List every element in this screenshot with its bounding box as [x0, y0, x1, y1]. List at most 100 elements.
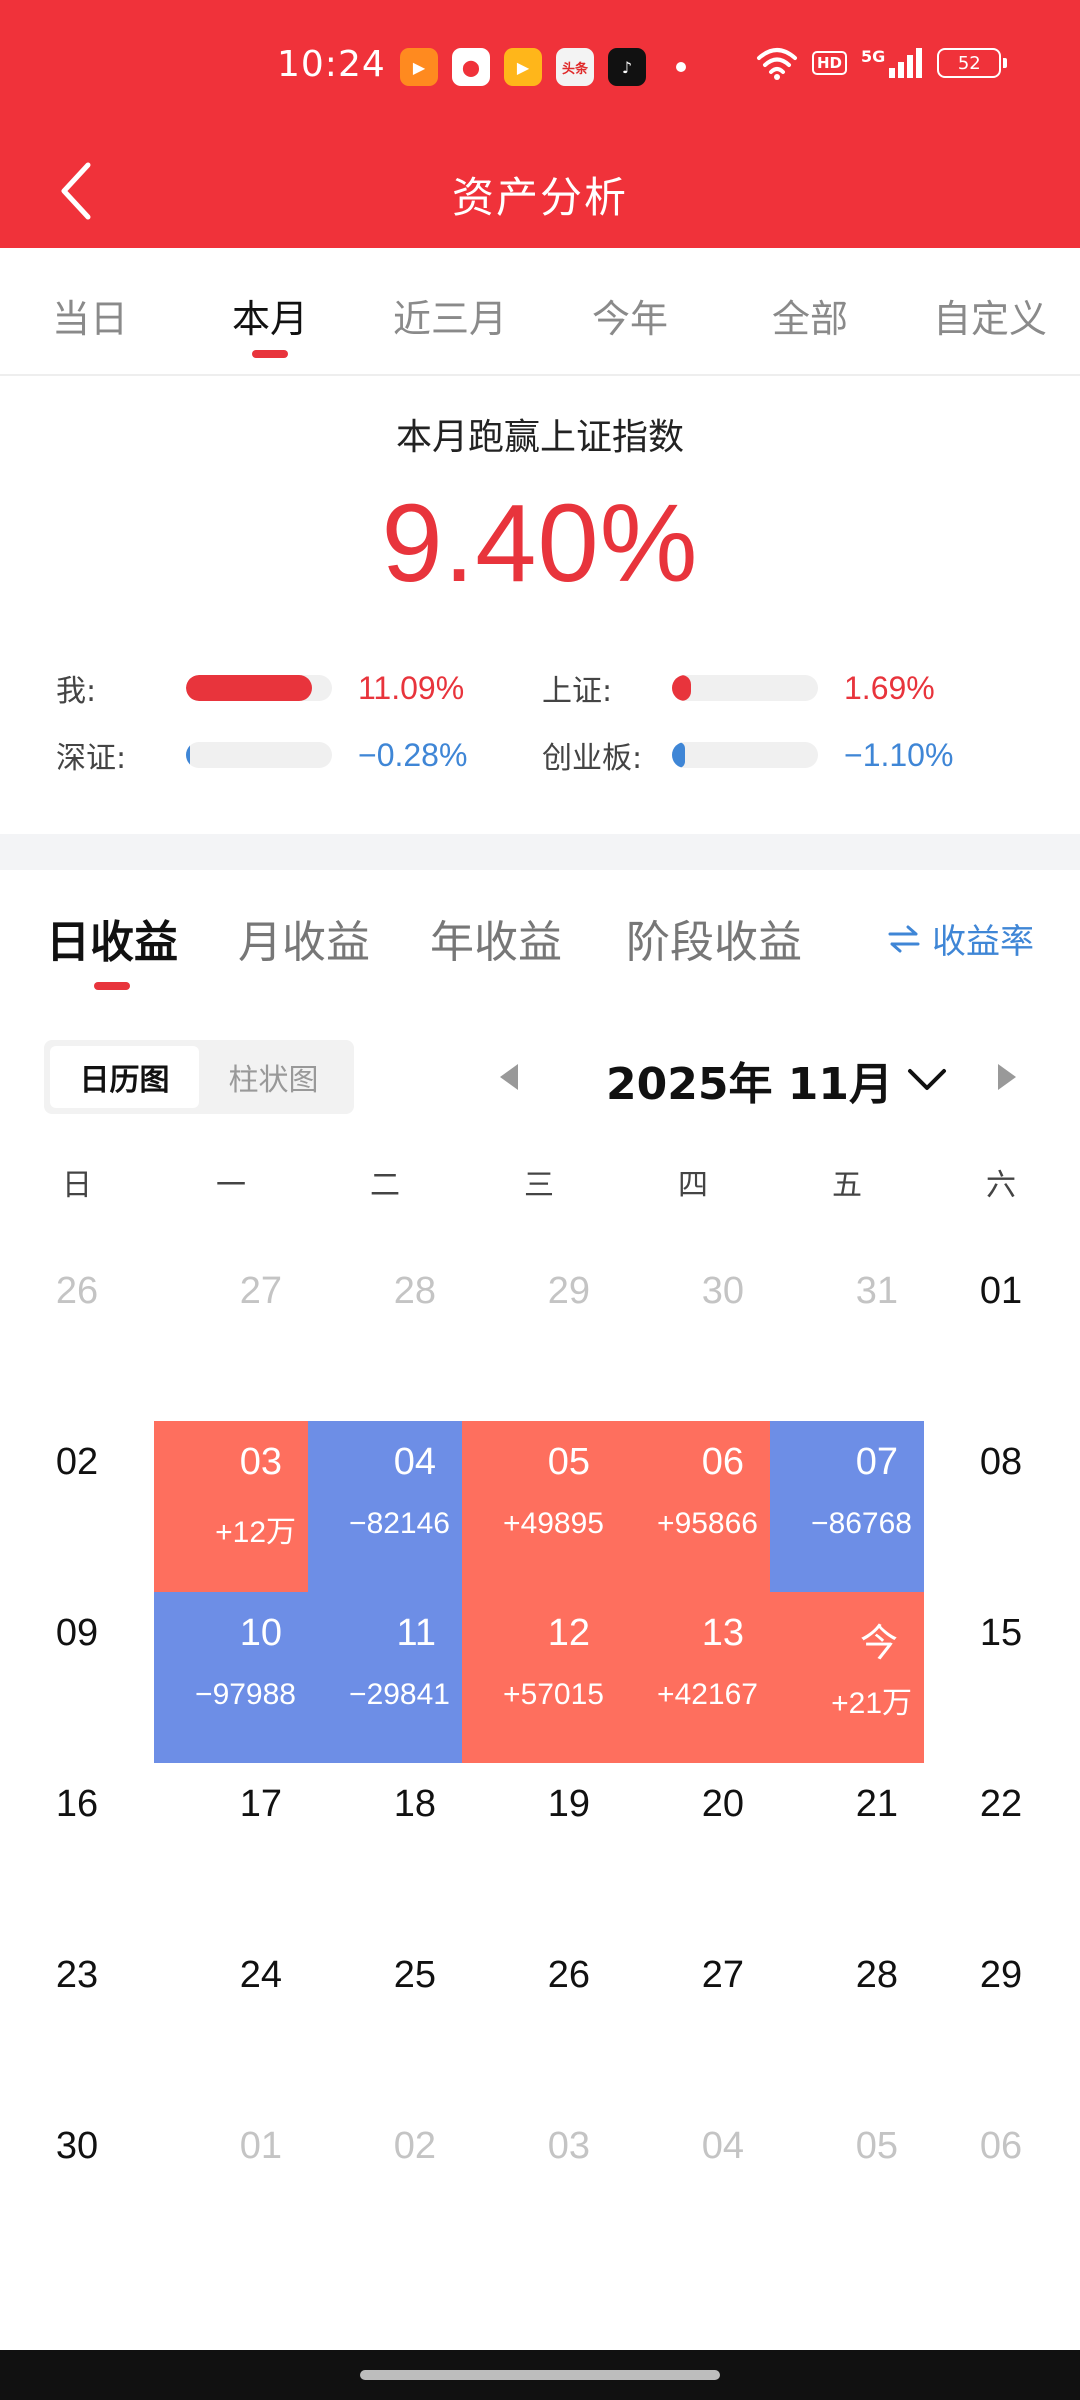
calendar-day[interactable]: 05: [770, 2105, 924, 2276]
home-gesture-handle[interactable]: [360, 2370, 720, 2380]
tab-period-earnings[interactable]: 阶段收益: [626, 906, 802, 970]
calendar-day[interactable]: 27: [154, 1250, 308, 1421]
calendar-day[interactable]: 30: [616, 1250, 770, 1421]
comparison-label: 深证:: [56, 741, 127, 776]
weekday-sun: 日: [62, 1168, 92, 1203]
calendar-day[interactable]: 13 +42167: [616, 1592, 770, 1763]
calendar-day[interactable]: 02: [0, 1421, 154, 1592]
tab-all[interactable]: 全部: [720, 248, 900, 374]
calendar-day[interactable]: 11 −29841: [308, 1592, 462, 1763]
comparison-bar-fill: [186, 742, 191, 768]
calendar-day-number: 01: [979, 1270, 1023, 1312]
weekday-thu: 四: [678, 1168, 708, 1203]
weekday-sat: 六: [986, 1168, 1016, 1203]
yield-rate-toggle[interactable]: 收益率: [888, 914, 1034, 963]
calendar-day[interactable]: 07 −86768: [770, 1421, 924, 1592]
calendar-day[interactable]: 今 +21万: [770, 1592, 924, 1763]
calendar-view-option[interactable]: 日历图: [50, 1046, 199, 1108]
calendar-day[interactable]: 28: [770, 1934, 924, 2105]
calendar-day[interactable]: 21: [770, 1763, 924, 1934]
calendar-day[interactable]: 02: [308, 2105, 462, 2276]
calendar-day[interactable]: 30: [0, 2105, 154, 2276]
calendar-day[interactable]: 08: [924, 1421, 1078, 1592]
previous-month-icon[interactable]: [500, 1064, 518, 1090]
tab-monthly-earnings[interactable]: 月收益: [238, 906, 370, 970]
comparison-value: 11.09%: [358, 669, 465, 706]
calendar-day[interactable]: 31: [770, 1250, 924, 1421]
chevron-down-icon: [908, 1069, 947, 1090]
signal-icon: [889, 48, 923, 78]
tiktok-icon: ♪: [608, 48, 646, 86]
tab-this-month[interactable]: 本月: [180, 248, 360, 374]
calendar-day-number: 27: [239, 1270, 282, 1312]
tab-last-three-months[interactable]: 近三月: [360, 248, 540, 374]
comparison-label: 我:: [56, 674, 97, 709]
calendar-day[interactable]: 03 +12万: [154, 1421, 308, 1592]
map-pin-icon: ⬤: [452, 48, 490, 86]
calendar-day-earning: −97988: [195, 1678, 296, 1711]
calendar-day-number: 30: [55, 2125, 99, 2167]
calendar-day[interactable]: 20: [616, 1763, 770, 1934]
tab-yearly-earnings[interactable]: 年收益: [430, 906, 562, 970]
calendar-day-number: 27: [701, 1954, 744, 1996]
calendar-day[interactable]: 25: [308, 1934, 462, 2105]
excess-return-value: 9.40%: [381, 482, 699, 605]
calendar-day-number: 30: [701, 1270, 744, 1312]
calendar-day-earning: +12万: [215, 1516, 296, 1549]
calendar-day[interactable]: 22: [924, 1763, 1078, 1934]
calendar-day[interactable]: 29: [462, 1250, 616, 1421]
comparison-label: 上证:: [542, 674, 613, 709]
calendar-day[interactable]: 28: [308, 1250, 462, 1421]
comparison-value: −0.28%: [358, 736, 468, 773]
calendar-day[interactable]: 23: [0, 1934, 154, 2105]
calendar-day[interactable]: 18: [308, 1763, 462, 1934]
earnings-tabs: 日收益 月收益 年收益 阶段收益 收益率: [0, 870, 1080, 1000]
tab-this-year[interactable]: 今年: [540, 248, 720, 374]
calendar-day-number: 04: [701, 2125, 744, 2167]
comparison-value: 1.69%: [844, 669, 935, 706]
tab-daily-earnings[interactable]: 日收益: [46, 906, 178, 990]
system-navigation-bar: [0, 2350, 1080, 2400]
calendar-day-earning: +95866: [657, 1507, 758, 1540]
bar-chart-view-option[interactable]: 柱状图: [199, 1046, 348, 1108]
calendar-day[interactable]: 04 −82146: [308, 1421, 462, 1592]
calendar-day[interactable]: 19: [462, 1763, 616, 1934]
calendar-day[interactable]: 06: [924, 2105, 1078, 2276]
comparison-bar: [186, 742, 332, 768]
calendar-day[interactable]: 24: [154, 1934, 308, 2105]
calendar-day[interactable]: 12 +57015: [462, 1592, 616, 1763]
calendar-day-number: 11: [396, 1612, 436, 1654]
calendar-day[interactable]: 06 +95866: [616, 1421, 770, 1592]
calendar-day[interactable]: 03: [462, 2105, 616, 2276]
calendar-day[interactable]: 04: [616, 2105, 770, 2276]
calendar-day[interactable]: 29: [924, 1934, 1078, 2105]
next-month-icon[interactable]: [998, 1064, 1016, 1090]
calendar-day-number: 21: [855, 1783, 898, 1825]
calendar-day[interactable]: 15: [924, 1592, 1078, 1763]
calendar-day[interactable]: 01: [154, 2105, 308, 2276]
calendar-day-number: 06: [979, 2125, 1023, 2167]
app-header: 资产分析: [0, 134, 1080, 248]
tab-today[interactable]: 当日: [0, 248, 180, 374]
tab-custom[interactable]: 自定义: [900, 248, 1080, 374]
calendar-day-number: 25: [393, 1954, 436, 1996]
comparison-label: 创业板:: [542, 741, 643, 776]
calendar-day-number: 今: [859, 1623, 898, 1665]
calendar-day[interactable]: 27: [616, 1934, 770, 2105]
calendar-day[interactable]: 09: [0, 1592, 154, 1763]
calendar-day[interactable]: 10 −97988: [154, 1592, 308, 1763]
calendar-day[interactable]: 01: [924, 1250, 1078, 1421]
period-tabs: 当日 本月 近三月 今年 全部 自定义: [0, 248, 1080, 376]
month-picker[interactable]: 2025年 11月: [606, 1048, 947, 1112]
weekday-tue: 二: [370, 1168, 400, 1203]
calendar-day[interactable]: 16: [0, 1763, 154, 1934]
calendar-day[interactable]: 17: [154, 1763, 308, 1934]
calendar-day-number: 03: [547, 2125, 590, 2167]
weekday-mon: 一: [216, 1168, 246, 1203]
calendar-day[interactable]: 05 +49895: [462, 1421, 616, 1592]
calendar-day-number: 24: [239, 1954, 282, 1996]
summary-headline: 本月跑赢上证指数: [395, 417, 684, 458]
calendar-day[interactable]: 26: [0, 1250, 154, 1421]
calendar-day[interactable]: 26: [462, 1934, 616, 2105]
calendar-day-number: 13: [701, 1612, 744, 1654]
